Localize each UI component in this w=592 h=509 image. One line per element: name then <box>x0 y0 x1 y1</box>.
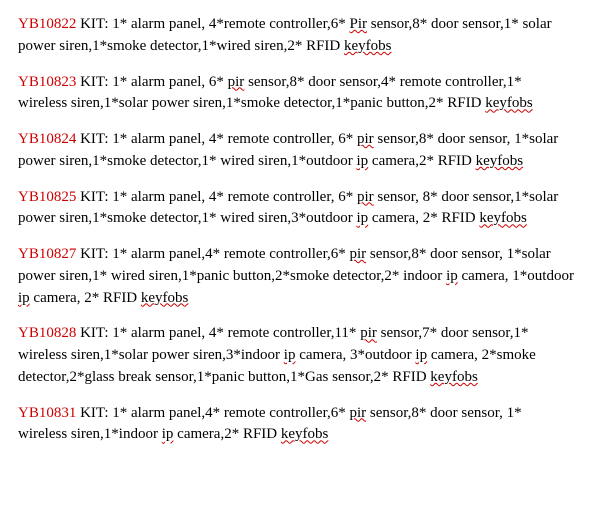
kit-description: KIT: 1* alarm panel,4* remote controller… <box>18 246 574 306</box>
kit-id: YB10828 <box>18 325 76 341</box>
spellcheck-word: keyfobs <box>430 369 478 385</box>
kit-entry: YB10824 KIT: 1* alarm panel, 4* remote c… <box>18 129 574 173</box>
spellcheck-word: ip <box>446 268 458 284</box>
kit-entry: YB10825 KIT: 1* alarm panel, 4* remote c… <box>18 187 574 231</box>
spellcheck-word: keyfobs <box>281 426 329 442</box>
spellcheck-word: keyfobs <box>344 38 392 54</box>
spellcheck-word: keyfobs <box>476 153 524 169</box>
kit-entry: YB10828 KIT: 1* alarm panel, 4* remote c… <box>18 323 574 388</box>
kit-entry: YB10827 KIT: 1* alarm panel,4* remote co… <box>18 244 574 309</box>
kit-id: YB10827 <box>18 246 76 262</box>
spellcheck-word: ip <box>356 210 368 226</box>
spellcheck-word: keyfobs <box>479 210 527 226</box>
spellcheck-word: keyfobs <box>485 95 533 111</box>
spellcheck-word: ip <box>415 347 427 363</box>
spellcheck-word: pir <box>228 74 245 90</box>
spellcheck-word: ip <box>284 347 296 363</box>
kit-id: YB10823 <box>18 74 76 90</box>
kit-id: YB10822 <box>18 16 76 32</box>
spellcheck-word: pir <box>350 405 367 421</box>
kit-description: KIT: 1* alarm panel, 4*remote controller… <box>18 16 552 54</box>
kit-id: YB10825 <box>18 189 76 205</box>
spellcheck-word: ip <box>162 426 174 442</box>
kit-entry: YB10831 KIT: 1* alarm panel,4* remote co… <box>18 403 574 447</box>
kit-id: YB10824 <box>18 131 76 147</box>
spellcheck-word: keyfobs <box>141 290 189 306</box>
spellcheck-word: Pir <box>350 16 368 32</box>
kit-description: KIT: 1* alarm panel,4* remote controller… <box>18 405 522 443</box>
spellcheck-word: ip <box>18 290 30 306</box>
kit-description: KIT: 1* alarm panel, 4* remote controlle… <box>18 189 558 227</box>
kit-description: KIT: 1* alarm panel, 4* remote controlle… <box>18 325 536 385</box>
kit-description: KIT: 1* alarm panel, 6* pir sensor,8* do… <box>18 74 533 112</box>
kit-description: KIT: 1* alarm panel, 4* remote controlle… <box>18 131 558 169</box>
kit-id: YB10831 <box>18 405 76 421</box>
spellcheck-word: pir <box>350 246 367 262</box>
spellcheck-word: pir <box>357 189 374 205</box>
kit-entry: YB10823 KIT: 1* alarm panel, 6* pir sens… <box>18 72 574 116</box>
kit-entry: YB10822 KIT: 1* alarm panel, 4*remote co… <box>18 14 574 58</box>
spellcheck-word: pir <box>360 325 377 341</box>
spellcheck-word: ip <box>356 153 368 169</box>
spellcheck-word: pir <box>357 131 374 147</box>
document-body: YB10822 KIT: 1* alarm panel, 4*remote co… <box>18 14 574 446</box>
